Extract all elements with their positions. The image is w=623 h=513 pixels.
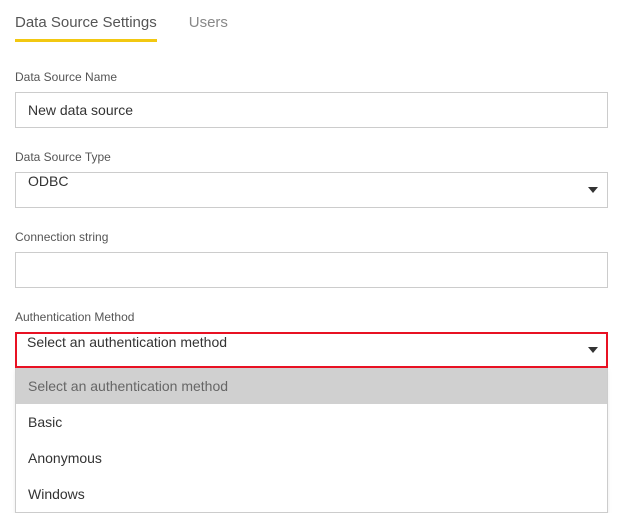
tab-bar: Data Source Settings Users bbox=[15, 8, 608, 42]
field-group-type: Data Source Type ODBC bbox=[15, 150, 608, 208]
tab-users[interactable]: Users bbox=[189, 8, 228, 42]
auth-dropdown-panel: Select an authentication method Basic An… bbox=[15, 368, 608, 513]
auth-option-windows[interactable]: Windows bbox=[16, 476, 607, 512]
auth-option-placeholder[interactable]: Select an authentication method bbox=[16, 368, 607, 404]
select-wrap-type: ODBC bbox=[15, 172, 608, 208]
label-authentication-method: Authentication Method bbox=[15, 310, 608, 324]
label-data-source-name: Data Source Name bbox=[15, 70, 608, 84]
field-group-auth: Authentication Method Select an authenti… bbox=[15, 310, 608, 513]
select-wrap-auth: Select an authentication method bbox=[15, 332, 608, 368]
auth-option-anonymous[interactable]: Anonymous bbox=[16, 440, 607, 476]
label-connection-string: Connection string bbox=[15, 230, 608, 244]
auth-option-basic[interactable]: Basic bbox=[16, 404, 607, 440]
select-authentication-method[interactable]: Select an authentication method bbox=[15, 332, 608, 368]
tab-data-source-settings[interactable]: Data Source Settings bbox=[15, 8, 157, 42]
input-connection-string[interactable] bbox=[15, 252, 608, 288]
field-group-name: Data Source Name bbox=[15, 70, 608, 128]
select-data-source-type[interactable]: ODBC bbox=[15, 172, 608, 208]
input-data-source-name[interactable] bbox=[15, 92, 608, 128]
field-group-connection: Connection string bbox=[15, 230, 608, 288]
label-data-source-type: Data Source Type bbox=[15, 150, 608, 164]
